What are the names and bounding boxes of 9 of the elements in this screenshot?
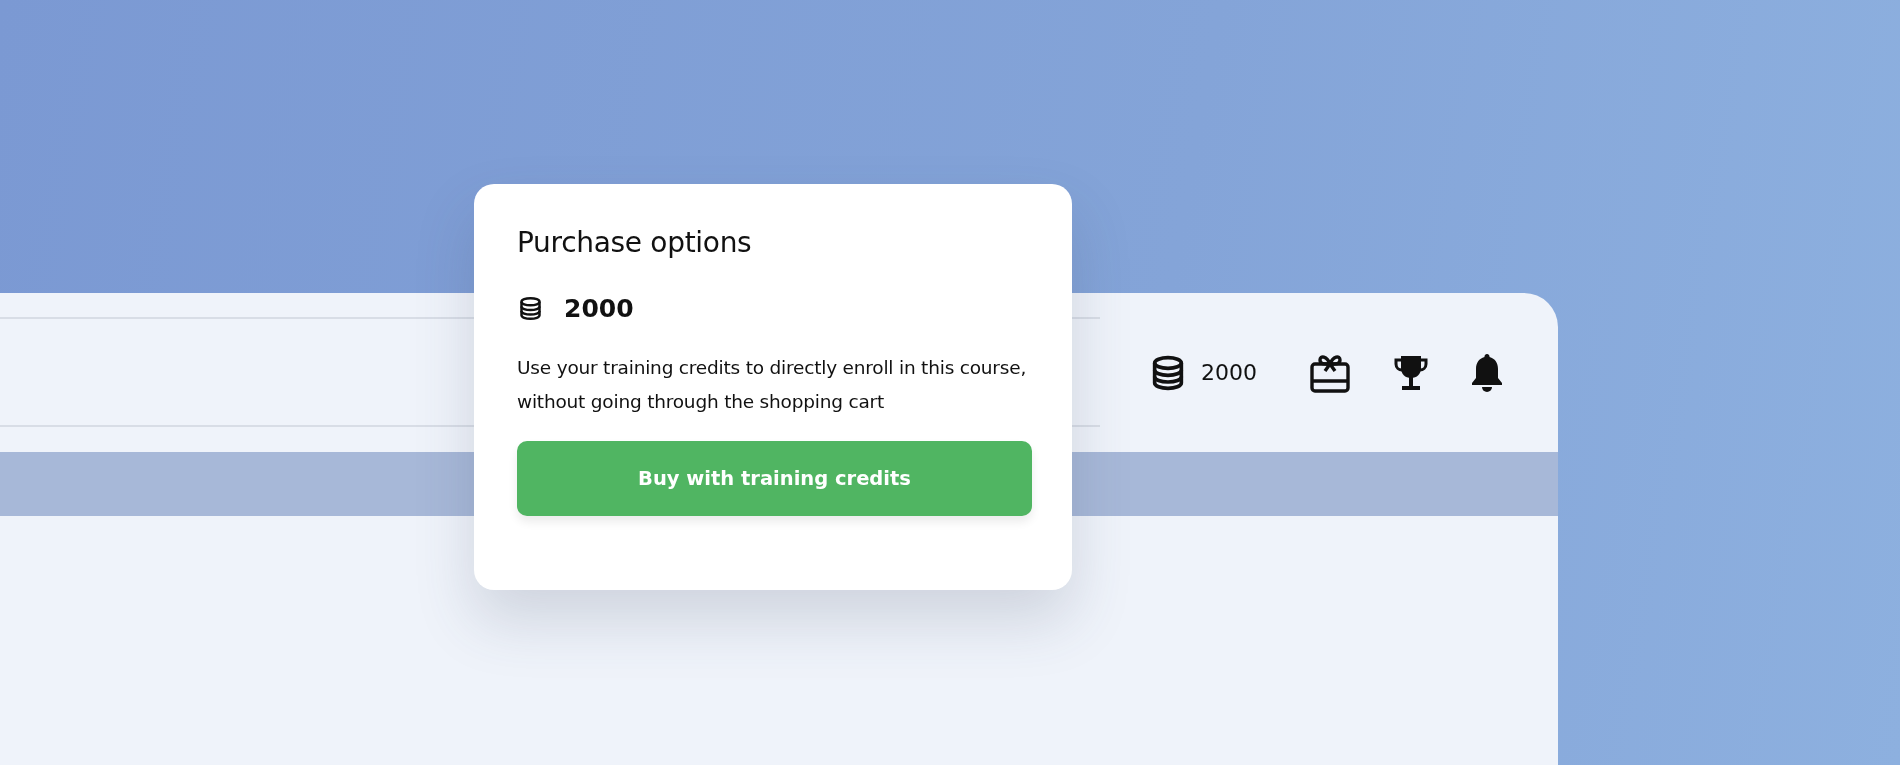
bell-icon[interactable] xyxy=(1471,352,1503,393)
coins-icon xyxy=(517,295,544,322)
description-text: Use your training credits to directly enroll in this course, without going through the shopping cart xyxy=(517,356,1028,414)
credits-count: 2000 xyxy=(1201,360,1257,385)
popup-title: Purchase options xyxy=(517,226,753,260)
buy-button[interactable]: Buy with training credits xyxy=(517,441,1032,516)
gift-card-icon[interactable] xyxy=(1309,352,1351,393)
trophy-icon[interactable] xyxy=(1393,353,1429,392)
credits-amount: 2000 xyxy=(564,294,634,323)
